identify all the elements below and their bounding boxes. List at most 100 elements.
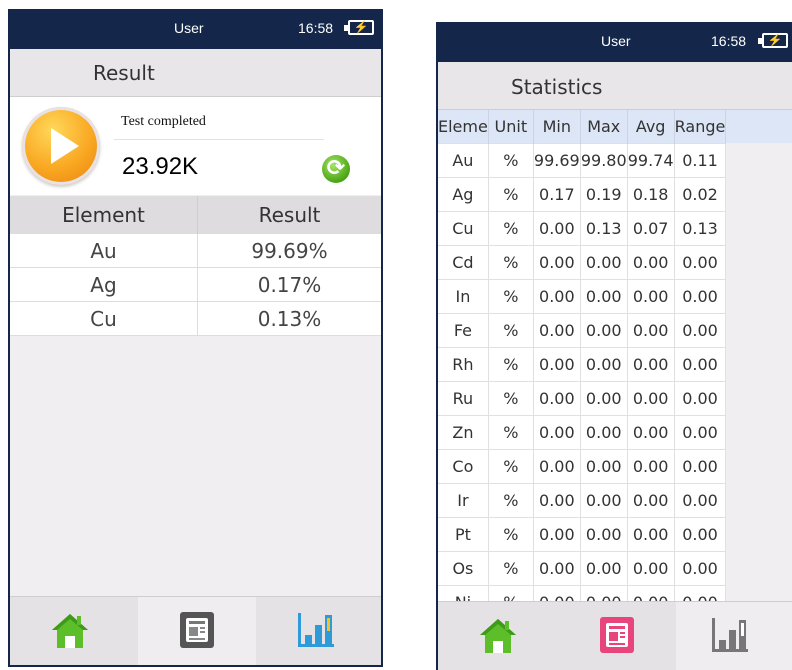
element-cell: In (438, 279, 489, 314)
home-icon (480, 619, 516, 653)
unit-cell: % (488, 313, 534, 348)
battery-charging-icon: ⚡ (758, 33, 788, 48)
range-cell: 0.00 (674, 517, 727, 552)
max-cell: 0.00 (580, 517, 628, 552)
unit-cell: % (488, 177, 534, 212)
avg-cell: 0.00 (627, 483, 675, 518)
max-cell: 0.00 (580, 449, 628, 484)
avg-cell: 99.74 (627, 143, 675, 178)
column-header-range: Range (674, 110, 727, 144)
element-cell: Au (438, 143, 489, 178)
nav-statistics-button[interactable] (676, 602, 792, 670)
max-cell: 99.80 (580, 143, 628, 178)
max-cell: 0.00 (580, 313, 628, 348)
column-header-max: Max (580, 110, 628, 144)
max-cell: 0.19 (580, 177, 628, 212)
avg-cell: 0.00 (627, 449, 675, 484)
range-cell: 0.00 (674, 551, 727, 586)
max-cell: 0.00 (580, 245, 628, 280)
table-row[interactable]: Os% 0.00 0.00 0.00 0.00 (438, 551, 727, 586)
table-row[interactable]: Rh% 0.00 0.00 0.00 0.00 (438, 347, 727, 382)
table-row[interactable]: Au 99.69% (10, 233, 381, 268)
page-title: Result (93, 61, 155, 85)
max-cell: 0.00 (580, 347, 628, 382)
unit-cell: % (488, 279, 534, 314)
refresh-icon[interactable] (322, 155, 350, 183)
status-time: 16:58 (298, 20, 334, 36)
unit-cell: % (488, 143, 534, 178)
table-row[interactable]: Ru% 0.00 0.00 0.00 0.00 (438, 381, 727, 416)
min-cell: 0.00 (533, 551, 581, 586)
play-button[interactable] (22, 107, 100, 185)
nav-report-button[interactable] (558, 602, 676, 670)
column-header-result: Result (197, 196, 381, 234)
table-row[interactable]: Cu% 0.00 0.13 0.07 0.13 (438, 211, 727, 246)
result-content: Result Test completed 23.92K Element Res… (10, 49, 381, 665)
unit-cell: % (488, 449, 534, 484)
nav-report-button[interactable] (138, 597, 256, 665)
status-user: User (174, 20, 204, 36)
element-cell: Ru (438, 381, 489, 416)
result-cell: 99.69% (197, 233, 381, 268)
range-cell: 0.02 (674, 177, 727, 212)
table-row[interactable]: Zn% 0.00 0.00 0.00 0.00 (438, 415, 727, 450)
element-cell: Rh (438, 347, 489, 382)
element-cell: Co (438, 449, 489, 484)
unit-cell: % (488, 415, 534, 450)
element-cell: Pt (438, 517, 489, 552)
statistics-content: Statistics Eleme Unit Min Max Avg Range … (438, 62, 792, 670)
column-header-element: Element (10, 196, 198, 234)
element-cell: Ag (10, 267, 198, 302)
nav-home-button[interactable] (438, 602, 556, 670)
element-cell: Ag (438, 177, 489, 212)
min-cell: 99.69 (533, 143, 581, 178)
table-header-row: Element Result (10, 196, 381, 234)
avg-cell: 0.18 (627, 177, 675, 212)
table-row[interactable]: Fe% 0.00 0.00 0.00 0.00 (438, 313, 727, 348)
unit-cell: % (488, 551, 534, 586)
table-row[interactable]: Ag% 0.17 0.19 0.18 0.02 (438, 177, 727, 212)
range-cell: 0.00 (674, 347, 727, 382)
element-cell: Ir (438, 483, 489, 518)
nav-statistics-button[interactable] (262, 597, 380, 665)
bar-chart-icon (298, 613, 334, 647)
column-header-element: Eleme (438, 110, 489, 144)
table-row[interactable]: Co% 0.00 0.00 0.00 0.00 (438, 449, 727, 484)
min-cell: 0.00 (533, 517, 581, 552)
avg-cell: 0.00 (627, 245, 675, 280)
range-cell: 0.00 (674, 449, 727, 484)
table-row[interactable]: In% 0.00 0.00 0.00 0.00 (438, 279, 727, 314)
range-cell: 0.00 (674, 381, 727, 416)
test-status: Test completed (121, 114, 206, 129)
bar-chart-icon (712, 618, 748, 652)
statistics-screen: User 16:58 ⚡ Statistics Eleme Unit Min M… (436, 22, 792, 670)
result-table: Element Result Au 99.69% Ag 0.17% Cu 0.1… (10, 196, 381, 336)
range-cell: 0.13 (674, 211, 727, 246)
table-header-row: Eleme Unit Min Max Avg Range (438, 110, 727, 144)
min-cell: 0.00 (533, 279, 581, 314)
element-cell: Cu (438, 211, 489, 246)
element-cell: Cd (438, 245, 489, 280)
min-cell: 0.00 (533, 483, 581, 518)
page-title: Statistics (511, 75, 603, 99)
column-header-unit: Unit (488, 110, 534, 144)
table-row[interactable]: Ag 0.17% (10, 267, 381, 302)
unit-cell: % (488, 245, 534, 280)
table-row[interactable]: Au% 99.69 99.80 99.74 0.11 (438, 143, 727, 178)
avg-cell: 0.00 (627, 347, 675, 382)
nav-home-button[interactable] (10, 597, 128, 665)
table-row[interactable]: Ir% 0.00 0.00 0.00 0.00 (438, 483, 727, 518)
battery-charging-icon: ⚡ (344, 20, 374, 35)
avg-cell: 0.00 (627, 517, 675, 552)
table-row[interactable]: Cd% 0.00 0.00 0.00 0.00 (438, 245, 727, 280)
element-cell: Os (438, 551, 489, 586)
element-cell: Zn (438, 415, 489, 450)
max-cell: 0.00 (580, 279, 628, 314)
column-header-avg: Avg (627, 110, 675, 144)
max-cell: 0.00 (580, 551, 628, 586)
table-row[interactable]: Cu 0.13% (10, 301, 381, 336)
min-cell: 0.17 (533, 177, 581, 212)
avg-cell: 0.00 (627, 551, 675, 586)
table-row[interactable]: Pt% 0.00 0.00 0.00 0.00 (438, 517, 727, 552)
min-cell: 0.00 (533, 211, 581, 246)
